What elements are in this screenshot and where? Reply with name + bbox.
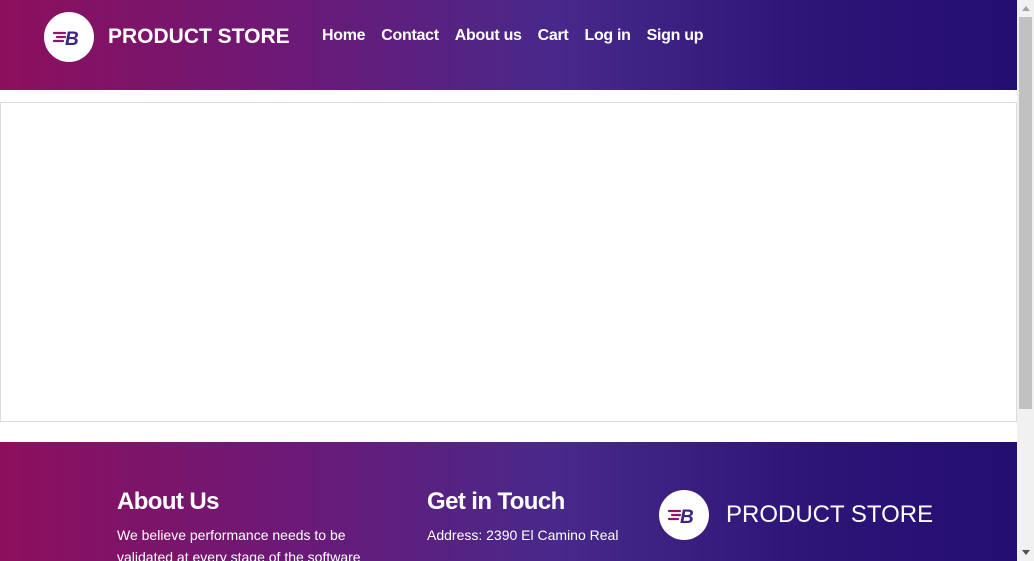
navbar: B PRODUCT STORE Home Contact About us Ca… bbox=[0, 0, 1017, 90]
brand-logo-icon: B bbox=[44, 12, 94, 62]
vertical-scrollbar[interactable] bbox=[1017, 0, 1034, 561]
footer-contact-title: Get in Touch bbox=[427, 488, 565, 515]
brand-name: PRODUCT STORE bbox=[108, 25, 290, 48]
footer-brand-name: PRODUCT STORE bbox=[726, 501, 934, 528]
nav-log-in[interactable]: Log in bbox=[584, 26, 630, 46]
footer-about-text-line2: validated at every stage of the software bbox=[117, 549, 361, 561]
scrollbar-thumb[interactable] bbox=[1019, 17, 1032, 409]
footer-contact: Get in Touch Address: 2390 El Camino Rea… bbox=[427, 488, 647, 546]
svg-text:B: B bbox=[680, 507, 694, 526]
nav-about-us[interactable]: About us bbox=[455, 26, 522, 46]
scroll-down-arrow-icon[interactable] bbox=[1017, 544, 1034, 561]
page: B PRODUCT STORE Home Contact About us Ca… bbox=[0, 0, 1034, 561]
svg-text:B: B bbox=[65, 29, 79, 48]
footer-logo-icon: B bbox=[659, 490, 709, 540]
footer-about-text-line1: We believe performance needs to be bbox=[117, 527, 346, 543]
main-nav: Home Contact About us Cart Log in Sign u… bbox=[322, 26, 719, 46]
nav-sign-up[interactable]: Sign up bbox=[647, 26, 704, 46]
footer: About Us We believe performance needs to… bbox=[0, 442, 1017, 561]
brand-link[interactable]: B PRODUCT STORE bbox=[44, 12, 290, 62]
footer-about-title: About Us bbox=[117, 488, 219, 515]
nav-home[interactable]: Home bbox=[322, 26, 366, 46]
footer-about: About Us We believe performance needs to… bbox=[117, 488, 397, 561]
nav-cart[interactable]: Cart bbox=[538, 26, 569, 46]
nav-contact[interactable]: Contact bbox=[381, 26, 439, 46]
scroll-up-arrow-icon[interactable] bbox=[1017, 0, 1034, 17]
footer-brand: B PRODUCT STORE bbox=[659, 490, 933, 540]
footer-address: Address: 2390 El Camino Real bbox=[427, 527, 619, 543]
carousel-area bbox=[0, 102, 1017, 422]
